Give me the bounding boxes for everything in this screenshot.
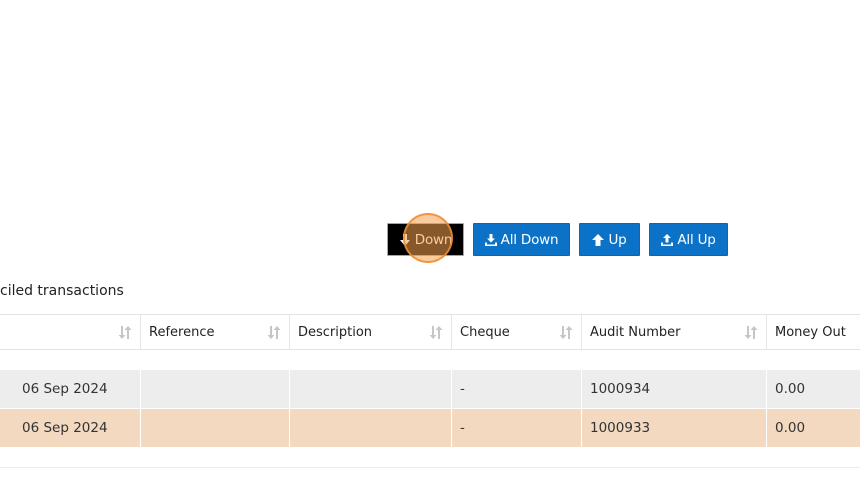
column-header-date[interactable]: [0, 315, 141, 349]
table-row[interactable]: 06 Sep 2024 - 1000934 0.00: [0, 370, 860, 409]
table-row[interactable]: 06 Sep 2024 - 1000933 0.00: [0, 409, 860, 448]
sort-icon[interactable]: [559, 326, 573, 339]
up-button[interactable]: Up: [579, 223, 640, 256]
table-header-row: Reference Description Cheque Audit Numbe…: [0, 314, 860, 350]
sort-icon[interactable]: [267, 326, 281, 339]
down-button-label: Down: [414, 231, 453, 248]
all-up-button[interactable]: All Up: [649, 223, 728, 256]
sort-icon[interactable]: [429, 326, 443, 339]
cell-cheque: -: [452, 370, 582, 408]
cell-audit-number: 1000934: [582, 370, 767, 408]
arrow-up-icon: [592, 233, 605, 246]
all-down-button-label: All Down: [500, 231, 559, 248]
cell-audit-number: 1000933: [582, 409, 767, 447]
transactions-table: Reference Description Cheque Audit Numbe…: [0, 314, 860, 448]
cell-cheque: -: [452, 409, 582, 447]
download-tray-icon: [484, 233, 497, 246]
column-header-description[interactable]: Description: [290, 315, 452, 349]
cell-date: 06 Sep 2024: [0, 409, 141, 447]
upload-tray-icon: [661, 233, 674, 246]
cell-reference: [141, 370, 290, 408]
sort-icon[interactable]: [744, 326, 758, 339]
column-header-money-out[interactable]: Money Out: [767, 315, 860, 349]
cell-description: [290, 409, 452, 447]
cell-money-out: 0.00: [775, 420, 806, 436]
up-button-label: Up: [608, 231, 627, 248]
arrow-down-icon: [399, 233, 410, 246]
cell-money-out: 0.00: [775, 381, 806, 397]
sort-icon[interactable]: [118, 326, 132, 339]
all-down-button[interactable]: All Down: [473, 223, 570, 256]
column-header-cheque[interactable]: Cheque: [452, 315, 582, 349]
cell-description: [290, 370, 452, 408]
down-button[interactable]: Down: [387, 223, 464, 256]
cell-reference: [141, 409, 290, 447]
section-title: ciled transactions: [0, 283, 124, 299]
table-spacer: [0, 350, 860, 370]
cell-date: 06 Sep 2024: [0, 370, 141, 408]
table-bottom-divider: [0, 467, 860, 468]
all-up-button-label: All Up: [677, 231, 716, 248]
column-header-reference[interactable]: Reference: [141, 315, 290, 349]
column-header-audit-number[interactable]: Audit Number: [582, 315, 767, 349]
